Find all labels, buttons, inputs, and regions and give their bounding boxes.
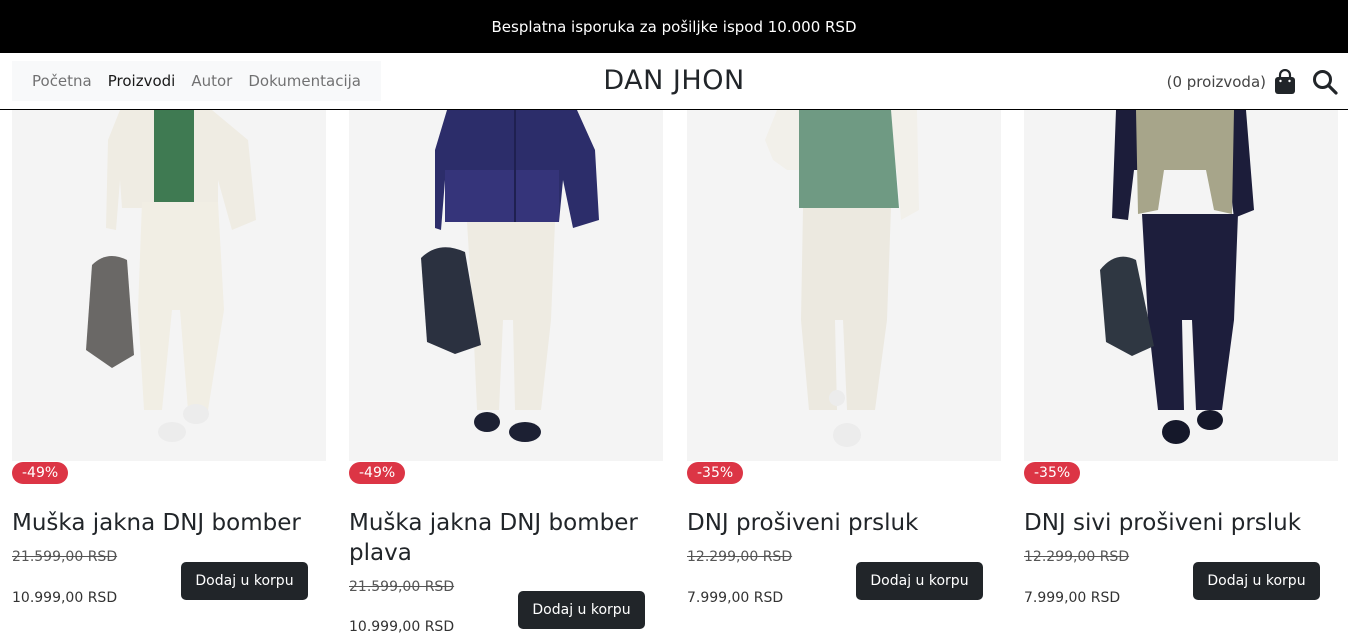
product-image[interactable] bbox=[687, 110, 1001, 461]
add-to-cart-button[interactable]: Dodaj u korpu bbox=[518, 591, 645, 629]
discount-badge: -35% bbox=[1024, 462, 1081, 484]
nav-link-dokumentacija[interactable]: Dokumentacija bbox=[248, 72, 361, 90]
nav-link-pocetna[interactable]: Početna bbox=[32, 72, 92, 90]
product-image[interactable] bbox=[12, 110, 326, 461]
product-card: -49% Muška jakna DNJ bomber 21.599,00 RS… bbox=[12, 110, 326, 606]
old-price: 12.299,00 RSD bbox=[1024, 549, 1130, 565]
nav-link-autor[interactable]: Autor bbox=[191, 72, 232, 90]
announcement-bar: Besplatna isporuka za pošiljke ispod 10.… bbox=[0, 0, 1348, 53]
old-price: 21.599,00 RSD bbox=[349, 579, 455, 595]
model-illustration bbox=[421, 110, 599, 442]
add-to-cart-button[interactable]: Dodaj u korpu bbox=[856, 562, 983, 600]
navbar: Početna Proizvodi Autor Dokumentacija DA… bbox=[0, 53, 1348, 110]
shopping-bag-icon[interactable] bbox=[1274, 69, 1296, 95]
discount-badge: -49% bbox=[12, 462, 69, 484]
product-card: -49% Muška jakna DNJ bomber plava 21.599… bbox=[349, 110, 663, 635]
new-price: 7.999,00 RSD bbox=[687, 590, 784, 606]
nav-link-proizvodi[interactable]: Proizvodi bbox=[108, 72, 176, 90]
product-title[interactable]: DNJ prošiveni prsluk bbox=[687, 508, 987, 538]
add-to-cart-button[interactable]: Dodaj u korpu bbox=[1193, 562, 1320, 600]
product-image[interactable] bbox=[349, 110, 663, 461]
product-image[interactable] bbox=[1024, 110, 1338, 461]
product-title[interactable]: Muška jakna DNJ bomber plava bbox=[349, 508, 649, 568]
nav-links: Početna Proizvodi Autor Dokumentacija bbox=[12, 61, 381, 101]
announcement-text: Besplatna isporuka za pošiljke ispod 10.… bbox=[491, 17, 857, 36]
old-price: 12.299,00 RSD bbox=[687, 549, 793, 565]
nav-actions: (0 proizvoda) bbox=[1167, 67, 1338, 97]
cart-count[interactable]: (0 proizvoda) bbox=[1167, 73, 1266, 91]
model-illustration bbox=[86, 110, 256, 442]
discount-badge: -35% bbox=[687, 462, 744, 484]
model-illustration bbox=[1100, 110, 1254, 444]
new-price: 10.999,00 RSD bbox=[12, 590, 118, 606]
brand-logo[interactable]: DAN JHON bbox=[603, 65, 744, 96]
product-card: -35% DNJ prošiveni prsluk 12.299,00 RSD … bbox=[687, 110, 1001, 606]
product-card: -35% DNJ sivi prošiveni prsluk 12.299,00… bbox=[1024, 110, 1338, 606]
discount-badge: -49% bbox=[349, 462, 406, 484]
add-to-cart-button[interactable]: Dodaj u korpu bbox=[181, 562, 308, 600]
product-title[interactable]: Muška jakna DNJ bomber bbox=[12, 508, 312, 538]
old-price: 21.599,00 RSD bbox=[12, 549, 118, 565]
model-illustration bbox=[765, 110, 919, 447]
search-icon[interactable] bbox=[1312, 69, 1338, 95]
new-price: 7.999,00 RSD bbox=[1024, 590, 1121, 606]
product-title[interactable]: DNJ sivi prošiveni prsluk bbox=[1024, 508, 1324, 538]
